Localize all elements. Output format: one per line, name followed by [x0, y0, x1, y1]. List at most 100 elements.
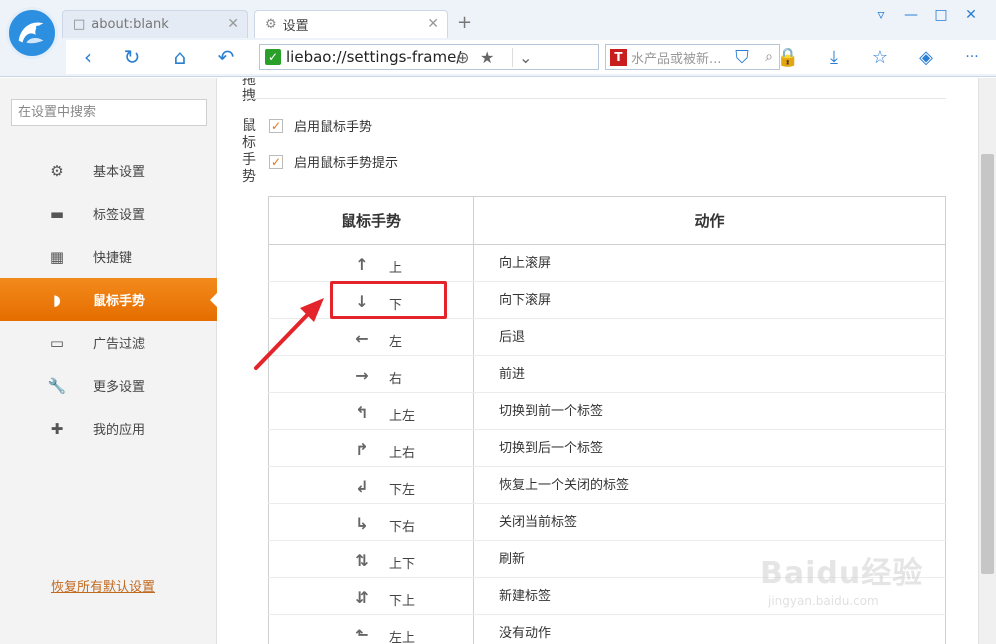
chevron-down-icon[interactable]: ⌄	[512, 47, 532, 67]
watermark-url: jingyan.baidu.com	[768, 594, 879, 608]
tab-label: about:blank	[91, 17, 169, 32]
settings-sidebar: 在设置中搜索 ⚙ 基本设置 ▬ 标签设置 ▦ 快捷键 ◗ 鼠标手势 ▭ 广告过滤…	[0, 78, 218, 644]
mouse-gesture-section-title: 鼠标手势	[242, 118, 256, 185]
undo-icon[interactable]: ↶	[212, 44, 240, 70]
enable-gesture-checkbox[interactable]: ✓	[269, 118, 283, 133]
restore-defaults-link[interactable]: 恢复所有默认设置	[51, 576, 155, 595]
search-engine-icon[interactable]: T	[610, 48, 627, 66]
arrow-down-right-icon: ↳	[355, 513, 369, 533]
column-header-action: 动作	[473, 196, 946, 245]
download-icon[interactable]: ⤓	[820, 44, 848, 70]
sidebar-item-tabs[interactable]: ▬ 标签设置	[0, 192, 217, 235]
enable-gesture-hint-option[interactable]: ✓ 启用鼠标手势提示	[269, 152, 398, 171]
gear-icon: ⚙	[265, 17, 277, 32]
settings-search-input[interactable]: 在设置中搜索	[11, 99, 207, 126]
close-icon[interactable]: ✕	[956, 4, 986, 26]
new-tab-button[interactable]: +	[457, 12, 472, 33]
sidebar-item-more-settings[interactable]: 🔧 更多设置	[0, 364, 217, 407]
gesture-label: 下右	[389, 520, 416, 535]
arrow-down-left-icon: ↲	[355, 476, 369, 496]
sidebar-item-label: 鼠标手势	[93, 294, 146, 309]
column-header-gesture: 鼠标手势	[268, 196, 474, 245]
shirt-icon[interactable]: ▿	[866, 4, 896, 26]
checkbox-label: 启用鼠标手势	[294, 120, 373, 135]
toolbar: ‹ ↻ ⌂ ↶ ✓ liebao://settings-frame/ ⊕ ★ ⌄…	[66, 40, 996, 74]
search-placeholder: 水产品或被新...	[631, 51, 722, 67]
sidebar-item-adblock[interactable]: ▭ 广告过滤	[0, 321, 217, 364]
maximize-icon[interactable]: □	[926, 4, 956, 26]
watermark-brand: Baidu经验	[760, 556, 924, 591]
sidebar-item-basic[interactable]: ⚙ 基本设置	[0, 149, 217, 192]
action-label: 向上滚屏	[473, 244, 946, 282]
action-label: 切换到前一个标签	[473, 392, 946, 430]
arrow-up-down-icon: ⇅	[355, 550, 369, 570]
page-icon: □	[73, 17, 86, 32]
table-row: → 右 前进	[268, 355, 946, 393]
lock-icon[interactable]: 🔒	[774, 44, 802, 70]
table-row: ↱ 上右 切换到后一个标签	[268, 429, 946, 467]
back-icon[interactable]: ‹	[74, 44, 102, 70]
table-header-row: 鼠标手势 动作	[268, 196, 946, 245]
arrow-right-icon: →	[355, 365, 369, 385]
vertical-scrollbar[interactable]	[978, 78, 996, 644]
gesture-label: 左上	[389, 631, 416, 644]
gesture-label: 右	[389, 372, 403, 387]
gesture-label: 上左	[389, 409, 416, 424]
keyboard-icon: ▦	[49, 247, 65, 266]
arrow-up-left-icon: ↰	[355, 402, 369, 422]
gesture-label: 上下	[389, 557, 416, 572]
enable-gesture-hint-checkbox[interactable]: ✓	[269, 154, 283, 169]
window-controls: ▿ — □ ✕	[866, 4, 986, 26]
puzzle-icon: ✚	[50, 419, 64, 438]
sidebar-item-label: 基本设置	[93, 165, 146, 180]
gesture-label: 左	[389, 335, 403, 350]
sidebar-item-mouse-gestures[interactable]: ◗ 鼠标手势	[0, 278, 218, 321]
window-icon: ▭	[49, 333, 65, 352]
action-label: 恢复上一个关闭的标签	[473, 466, 946, 504]
speed-icon[interactable]: ⊕	[456, 48, 469, 67]
browser-chrome: □ about:blank ✕ ⚙ 设置 ✕ + ▿ — □ ✕ ‹ ↻ ⌂ ↶…	[0, 0, 996, 77]
star-icon[interactable]: ★	[480, 48, 494, 67]
liebao-logo[interactable]	[6, 7, 58, 59]
sidebar-item-label: 更多设置	[93, 380, 146, 395]
wrench-icon: 🔧	[47, 376, 67, 395]
gear-icon: ⚙	[50, 161, 64, 180]
baidu-watermark: Baidu经验 jingyan.baidu.com	[760, 548, 950, 628]
address-bar[interactable]: ✓ liebao://settings-frame/ ⊕ ★ ⌄	[259, 44, 599, 70]
favorite-star-icon[interactable]: ☆	[866, 44, 894, 70]
cheetah-logo-icon	[18, 22, 44, 44]
gesture-label: 下上	[389, 594, 416, 609]
action-label: 向下滚屏	[473, 281, 946, 319]
table-row: ↳ 下右 关闭当前标签	[268, 503, 946, 541]
gesture-label: 上	[389, 261, 403, 276]
tab-settings[interactable]: ⚙ 设置 ✕	[254, 10, 448, 38]
gamepad-icon[interactable]: ◈	[912, 44, 940, 70]
enable-gesture-option[interactable]: ✓ 启用鼠标手势	[269, 116, 372, 135]
minimize-icon[interactable]: —	[896, 4, 926, 26]
sidebar-item-label: 标签设置	[93, 208, 146, 223]
refresh-icon[interactable]: ↻	[118, 44, 146, 70]
table-row: ↑ 上 向上滚屏	[268, 244, 946, 282]
secure-check-icon: ✓	[265, 49, 281, 65]
sidebar-item-shortcuts[interactable]: ▦ 快捷键	[0, 235, 217, 278]
sidebar-item-my-apps[interactable]: ✚ 我的应用	[0, 407, 217, 450]
search-icon[interactable]: ⌕	[765, 49, 773, 65]
arrow-down-up-icon: ⇵	[355, 587, 369, 607]
action-label: 关闭当前标签	[473, 503, 946, 541]
close-tab-icon[interactable]: ✕	[227, 16, 239, 32]
arrow-left-icon: ←	[355, 328, 369, 348]
red-arrow-icon	[254, 298, 324, 370]
sidebar-item-label: 快捷键	[93, 251, 133, 266]
table-row: ↰ 上左 切换到前一个标签	[268, 392, 946, 430]
checkbox-label: 启用鼠标手势提示	[294, 156, 399, 171]
more-icon[interactable]: ···	[958, 44, 986, 70]
home-icon[interactable]: ⌂	[166, 44, 194, 70]
close-tab-icon[interactable]: ✕	[427, 16, 439, 32]
tab-about-blank[interactable]: □ about:blank ✕	[62, 10, 248, 38]
scrollbar-thumb[interactable]	[981, 154, 994, 574]
shield-k-icon[interactable]: ⛉	[728, 44, 756, 70]
drag-section-title: 拖拽	[242, 78, 256, 104]
action-label: 前进	[473, 355, 946, 393]
arrow-up-icon: ↑	[355, 254, 369, 274]
sidebar-item-label: 广告过滤	[93, 337, 146, 352]
